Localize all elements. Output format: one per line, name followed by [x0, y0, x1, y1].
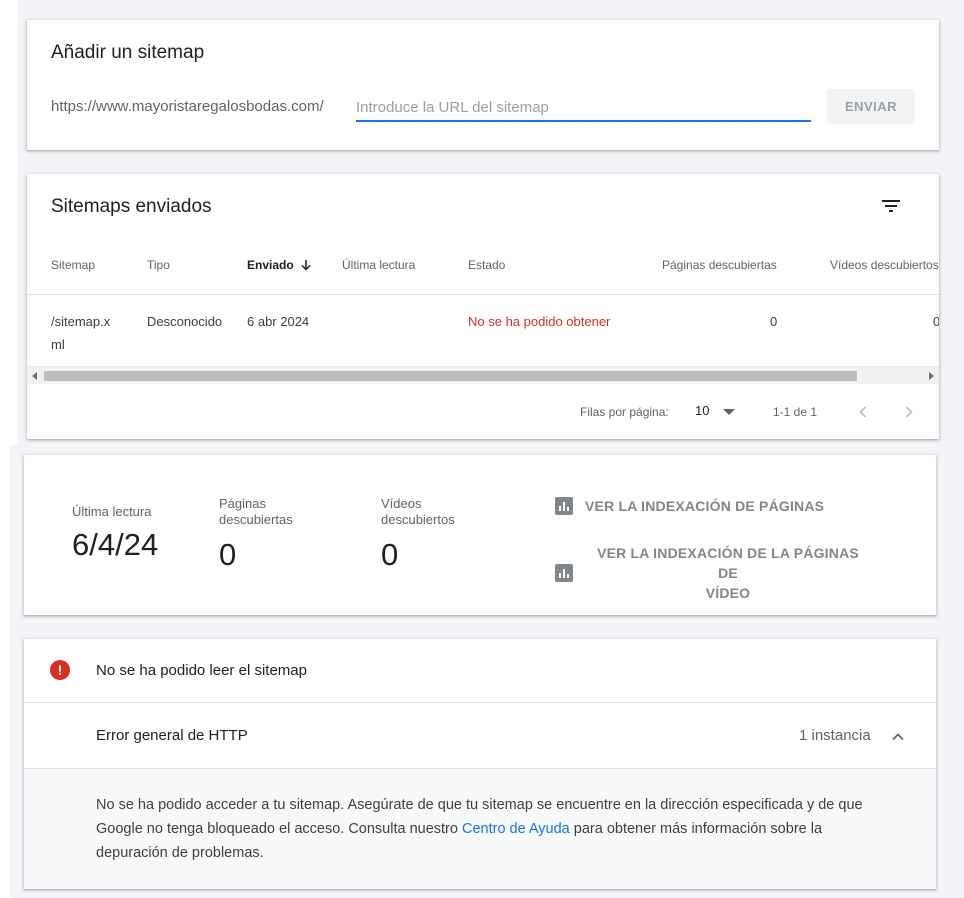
pages-discovered-label-line1: Páginas: [219, 496, 266, 511]
cell-submitted: 6 abr 2024: [247, 314, 310, 329]
videos-discovered-label-line2: descubiertos: [381, 512, 455, 527]
column-header-pages[interactable]: Páginas descubiertas: [662, 258, 777, 272]
videos-discovered-label: Vídeos descubiertos: [381, 496, 455, 528]
column-header-submitted[interactable]: Enviado: [247, 258, 312, 272]
bar-chart-icon: [555, 497, 573, 515]
view-video-indexing-button[interactable]: VER LA INDEXACIÓN DE LA PÁGINAS DE VÍDEO: [555, 543, 863, 603]
arrow-down-icon: [301, 260, 311, 271]
cell-sitemap-line2: ml: [51, 337, 65, 352]
column-header-status[interactable]: Estado: [468, 258, 505, 272]
cell-sitemap-line1: /sitemap.x: [51, 314, 111, 329]
column-header-type[interactable]: Tipo: [147, 258, 170, 272]
pages-discovered-label-line2: descubiertas: [219, 512, 293, 527]
submitted-sitemaps-title: Sitemaps enviados: [51, 196, 212, 217]
view-video-indexing-label-line1: VER LA INDEXACIÓN DE LA PÁGINAS DE: [597, 545, 859, 581]
sitemap-error-card: ! No se ha podido leer el sitemap Error …: [24, 639, 936, 889]
videos-discovered-value: 0: [381, 537, 399, 572]
submitted-sitemaps-card: Sitemaps enviados Sitemap Tipo Enviado Ú…: [27, 174, 939, 439]
add-sitemap-title: Añadir un sitemap: [51, 42, 205, 63]
view-page-indexing-button[interactable]: VER LA INDEXACIÓN DE PÁGINAS: [555, 497, 824, 515]
last-read-value: 6/4/24: [72, 527, 159, 562]
error-description-panel: No se ha podido acceder a tu sitemap. As…: [24, 769, 936, 889]
add-sitemap-card: Añadir un sitemap https://www.mayoristar…: [27, 20, 939, 150]
last-read-label: Última lectura: [72, 504, 152, 519]
pagination-range: 1-1 de 1: [773, 405, 818, 419]
horizontal-scrollbar[interactable]: [27, 366, 939, 384]
pages-discovered-label: Páginas descubiertas: [219, 496, 293, 528]
cell-status: No se ha podido obtener: [468, 314, 611, 329]
sitemap-url-input[interactable]: [356, 95, 811, 122]
cell-sitemap[interactable]: /sitemap.x ml: [51, 310, 121, 356]
view-video-indexing-label-line2: VÍDEO: [705, 585, 751, 601]
rows-per-page-select[interactable]: 10: [695, 403, 709, 418]
bar-chart-icon: [555, 564, 573, 582]
chevron-right-icon[interactable]: [899, 402, 919, 422]
error-title: No se ha podido leer el sitemap: [96, 662, 307, 679]
send-button[interactable]: ENVIAR: [827, 89, 915, 124]
sitemap-stats-card: Última lectura 6/4/24 Páginas descubiert…: [24, 455, 936, 615]
view-video-indexing-label: VER LA INDEXACIÓN DE LA PÁGINAS DE VÍDEO: [593, 543, 863, 603]
pages-discovered-value: 0: [219, 537, 237, 572]
scrollbar-thumb[interactable]: [44, 371, 857, 381]
column-header-submitted-label: Enviado: [247, 258, 294, 272]
chevron-left-icon[interactable]: [853, 402, 873, 422]
chevron-up-icon[interactable]: [890, 729, 906, 745]
error-type-label: Error general de HTTP: [96, 727, 248, 744]
site-url-prefix: https://www.mayoristaregalosbodas.com/: [51, 98, 324, 115]
videos-discovered-label-line1: Vídeos: [381, 496, 422, 511]
error-description: No se ha podido acceder a tu sitemap. As…: [96, 793, 896, 865]
filter-icon[interactable]: [879, 194, 903, 218]
error-detail-row[interactable]: Error general de HTTP 1 instancia: [24, 704, 936, 769]
scroll-left-arrow-icon[interactable]: [32, 372, 37, 380]
error-header: ! No se ha podido leer el sitemap: [24, 639, 936, 703]
cell-videos: 0: [933, 314, 939, 329]
column-header-last-read[interactable]: Última lectura: [342, 258, 415, 272]
rows-per-page-label: Filas por página:: [580, 405, 669, 419]
cell-type: Desconocido: [147, 314, 223, 329]
error-icon: !: [50, 660, 70, 680]
column-header-videos[interactable]: Vídeos descubiertos: [830, 258, 939, 272]
caret-down-icon[interactable]: [723, 409, 735, 415]
cell-pages: 0: [770, 314, 778, 329]
view-page-indexing-label: VER LA INDEXACIÓN DE PÁGINAS: [585, 498, 825, 514]
help-center-link[interactable]: Centro de Ayuda: [462, 821, 570, 837]
column-header-sitemap[interactable]: Sitemap: [51, 258, 95, 272]
scroll-right-arrow-icon[interactable]: [929, 372, 934, 380]
error-instance-count: 1 instancia: [799, 727, 871, 744]
table-header-divider: [27, 294, 939, 295]
